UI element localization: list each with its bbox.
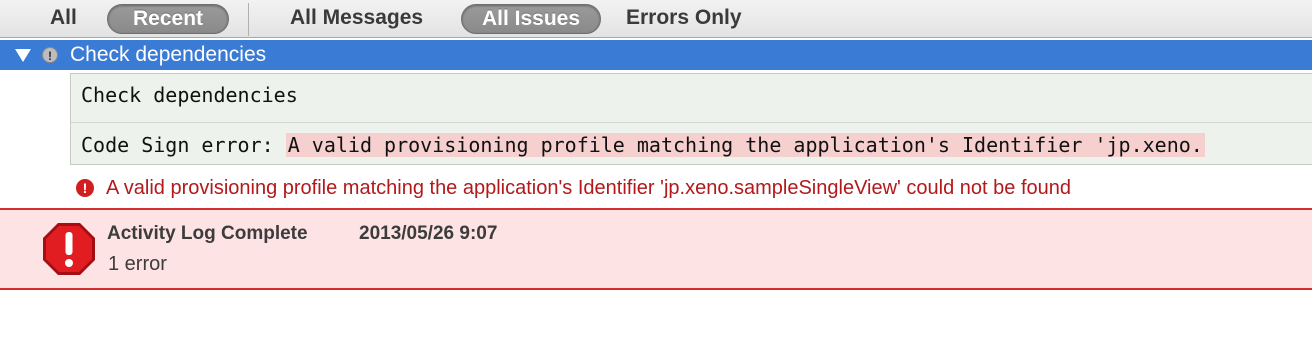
filter-bar: All Recent All Messages All Issues Error… (0, 0, 1312, 38)
issue-navigator: All Recent All Messages All Issues Error… (0, 0, 1312, 338)
transcript-error-prefix: Code Sign error: (81, 133, 274, 157)
activity-summary: 1 error (108, 253, 167, 275)
filter-all-messages[interactable]: All Messages (290, 4, 423, 32)
filter-errors-only[interactable]: Errors Only (626, 4, 742, 32)
transcript-error-line: Code Sign error: A valid provisioning pr… (81, 133, 1205, 157)
filter-recent[interactable]: Recent (107, 4, 229, 34)
transcript-divider (71, 122, 1312, 123)
transcript-error-highlight: A valid provisioning profile matching th… (285, 133, 1205, 157)
info-icon: ! (42, 47, 58, 63)
group-row-check-dependencies[interactable]: ! Check dependencies (0, 40, 1312, 70)
filter-all[interactable]: All (50, 4, 77, 32)
activity-title: Activity Log Complete (107, 223, 308, 244)
transcript-command: Check dependencies (81, 83, 298, 107)
build-transcript: Check dependencies Code Sign error: A va… (70, 73, 1312, 165)
stop-sign-icon (43, 223, 95, 275)
filter-all-issues[interactable]: All Issues (461, 4, 601, 34)
disclosure-triangle-icon[interactable] (15, 49, 31, 62)
group-title: Check dependencies (70, 43, 267, 66)
error-icon: ! (76, 179, 94, 197)
error-message: A valid provisioning profile matching th… (106, 177, 1072, 199)
activity-log-panel[interactable]: Activity Log Complete 2013/05/26 9:07 1 … (0, 208, 1312, 290)
filter-separator (248, 3, 249, 36)
activity-timestamp: 2013/05/26 9:07 (359, 223, 498, 244)
